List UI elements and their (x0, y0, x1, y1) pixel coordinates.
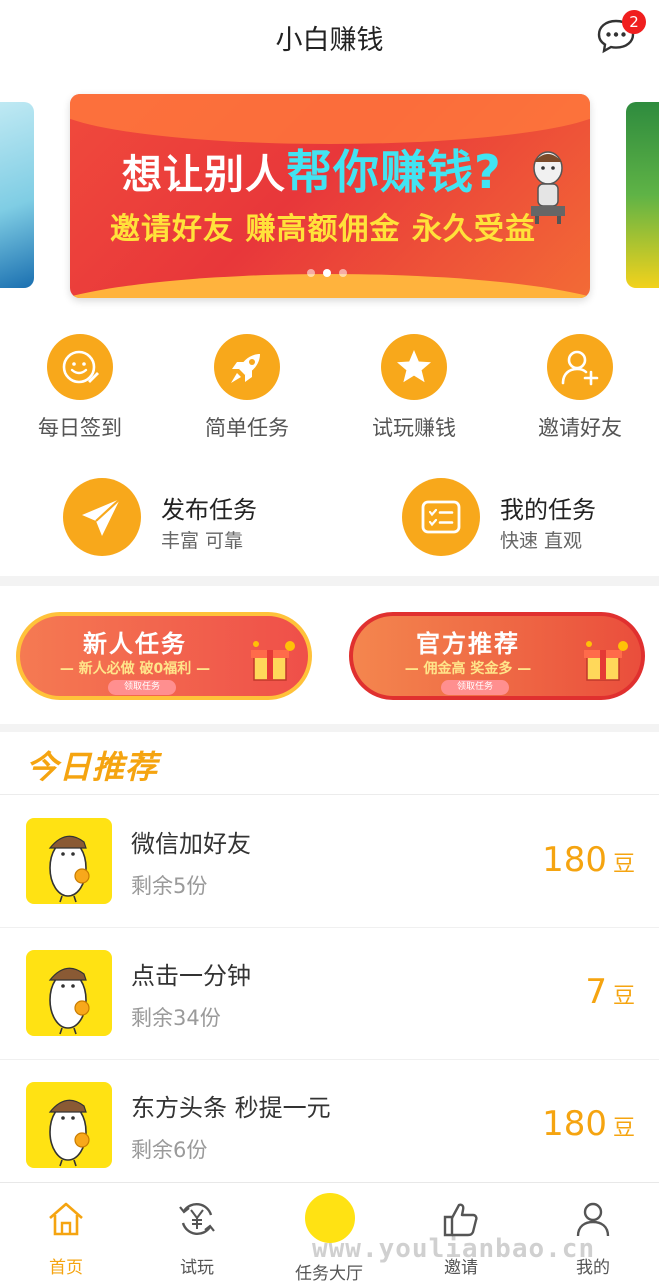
task-name: 东方头条 秒提一元 (131, 1094, 331, 1122)
carousel-dots (307, 269, 347, 277)
newbie-task-card[interactable]: 新人任务 — 新人必做 破0福利 — 领取任务 (16, 612, 312, 700)
claim-task-button[interactable]: 领取任务 (441, 680, 509, 695)
task-name: 微信加好友 (131, 830, 251, 858)
banner-wave-bottom (70, 274, 590, 298)
banner-headline: 想让别人帮你赚钱? (122, 136, 502, 202)
pill-title: 新人任务 (83, 630, 187, 658)
quick-actions: 每日签到 简单任务 试玩赚钱 邀请好友 (0, 334, 659, 444)
mascot-icon (48, 835, 90, 903)
reward-unit: 豆 (612, 984, 635, 1009)
quick-simple-tasks[interactable]: 简单任务 (177, 334, 317, 442)
task-thumbnail (26, 950, 112, 1036)
task-remaining: 剩余34份 (131, 1006, 221, 1030)
task-row[interactable]: 微信加好友 剩余5份 180 豆 (0, 796, 659, 928)
reward-amount: 180 (542, 840, 607, 880)
task-name: 点击一分钟 (131, 962, 251, 990)
task-thumbnail (26, 1082, 112, 1168)
rocket-icon (214, 334, 280, 400)
task-list-icon (402, 478, 480, 556)
pill-subtitle: — 佣金高 奖金多 — (404, 661, 532, 677)
mascot-icon (48, 1099, 90, 1167)
task-row[interactable]: 点击一分钟 剩余34份 7豆 (0, 928, 659, 1060)
smile-pen-icon (47, 334, 113, 400)
message-badge: 2 (622, 10, 646, 34)
reward-amount: 7 (585, 972, 607, 1012)
nav-task-hall[interactable]: 任务大厅 (263, 1183, 395, 1282)
banner-headline-prefix: 想让别人 (122, 152, 286, 198)
my-tasks-subtitle: 快速 直观 (500, 530, 583, 552)
quick-daily-checkin[interactable]: 每日签到 (10, 334, 150, 442)
star-icon (381, 334, 447, 400)
task-reward: 7豆 (585, 972, 635, 1012)
nav-label: 试玩 (180, 1258, 214, 1278)
reward-unit: 豆 (612, 852, 635, 877)
task-thumbnail (26, 818, 112, 904)
publish-subtitle: 丰富 可靠 (161, 530, 244, 552)
publish-task-entry[interactable]: 发布任务 丰富 可靠 (63, 478, 303, 558)
carousel-dot-active[interactable] (323, 269, 331, 277)
carousel-dot[interactable] (339, 269, 347, 277)
app-header: 小白赚钱 2 (0, 0, 659, 76)
gift-box-icon (584, 641, 628, 681)
recommend-title: 今日推荐 (26, 748, 159, 786)
task-remaining: 剩余6份 (131, 1138, 208, 1162)
gift-box-icon (251, 641, 295, 681)
quick-label: 简单任务 (205, 416, 289, 440)
nav-try-play[interactable]: 试玩 (131, 1183, 263, 1282)
task-remaining: 剩余5份 (131, 874, 208, 898)
banner-next-slide[interactable] (626, 102, 659, 288)
pill-subtitle: — 新人必做 破0福利 — (59, 661, 211, 677)
quick-try-play[interactable]: 试玩赚钱 (344, 334, 484, 442)
banner-mascot-icon (531, 151, 565, 224)
publish-title: 发布任务 (161, 496, 257, 524)
pill-title: 官方推荐 (416, 630, 520, 658)
nav-invite[interactable]: 邀请 (395, 1183, 527, 1282)
home-icon (49, 1202, 83, 1236)
reward-unit: 豆 (612, 1116, 635, 1141)
claim-task-button[interactable]: 领取任务 (108, 680, 176, 695)
quick-label: 邀请好友 (538, 416, 622, 440)
quick-label: 试玩赚钱 (372, 416, 456, 440)
section-divider (0, 576, 659, 586)
nav-label: 首页 (49, 1258, 83, 1278)
task-reward: 180 豆 (542, 840, 635, 880)
user-icon (576, 1202, 610, 1237)
watermark: www.youlianbao.cn (312, 1234, 596, 1264)
banner-invite[interactable]: 想让别人帮你赚钱? 邀请好友 赚高额佣金 永久受益 (70, 94, 590, 298)
thumbs-up-icon (443, 1203, 478, 1237)
page-title: 小白赚钱 (275, 25, 384, 56)
section-divider (0, 724, 659, 732)
task-reward: 180 豆 (542, 1104, 635, 1144)
yen-refresh-icon (179, 1202, 215, 1236)
my-tasks-entry[interactable]: 我的任务 快速 直观 (402, 478, 642, 558)
nav-home[interactable]: 首页 (0, 1183, 132, 1282)
carousel-dot[interactable] (307, 269, 315, 277)
quick-label: 每日签到 (38, 416, 122, 440)
quick-invite-friends[interactable]: 邀请好友 (510, 334, 650, 442)
mascot-icon (48, 967, 90, 1035)
task-row[interactable]: 东方头条 秒提一元 剩余6份 180 豆 (0, 1060, 659, 1192)
reward-amount: 180 (542, 1104, 607, 1144)
paper-plane-icon (63, 478, 141, 556)
add-user-icon (547, 334, 613, 400)
banner-headline-highlight: 帮你赚钱? (286, 145, 502, 199)
bottom-nav: 首页 试玩 任务大厅 邀请 我的 (0, 1182, 659, 1282)
nav-mine[interactable]: 我的 (527, 1183, 659, 1282)
divider (0, 794, 659, 795)
banner-subline: 邀请好友 赚高额佣金 永久受益 (110, 212, 536, 247)
banner-prev-slide[interactable] (0, 102, 34, 288)
official-recommend-card[interactable]: 官方推荐 — 佣金高 奖金多 — 领取任务 (349, 612, 645, 700)
my-tasks-title: 我的任务 (500, 496, 596, 524)
